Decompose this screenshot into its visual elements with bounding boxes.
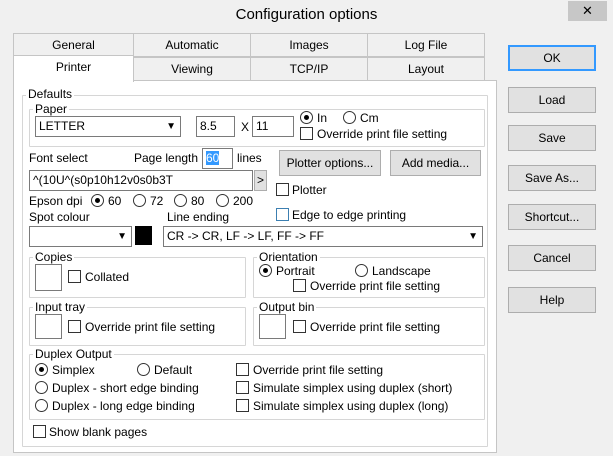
line-ending-value: CR -> CR, LF -> LF, FF -> FF [167,229,325,243]
tab-printer[interactable]: Printer [13,55,134,82]
dpi-72-radio[interactable] [133,194,146,207]
font-expand-button[interactable]: > [254,170,267,191]
output-bin-label: Output bin [257,300,317,314]
paper-label: Paper [33,102,70,116]
simplex-label: Simplex [52,363,95,377]
edge-to-edge-label: Edge to edge printing [292,208,407,222]
show-blank-checkbox[interactable] [33,425,46,438]
save-as-button[interactable]: Save As... [508,165,596,191]
unit-cm-radio[interactable] [343,111,356,124]
line-ending-select[interactable]: CR -> CR, LF -> LF, FF -> FF ▼ [163,226,483,247]
duplex-short-label: Duplex - short edge binding [52,381,199,395]
tab-tcp-ip[interactable]: TCP/IP [250,57,368,81]
save-button[interactable]: Save [508,125,596,151]
portrait-radio[interactable] [259,264,272,277]
dpi-200-radio[interactable] [216,194,229,207]
edge-to-edge-checkbox[interactable] [276,208,289,221]
shortcut-button[interactable]: Shortcut... [508,204,596,230]
landscape-radio[interactable] [355,264,368,277]
paper-size-select[interactable]: LETTER ▼ [35,116,181,137]
collated-label: Collated [85,270,130,284]
line-ending-label: Line ending [167,210,230,224]
dpi-60-radio[interactable] [91,194,104,207]
portrait-label: Portrait [276,264,315,278]
page-length-input[interactable]: 60 [202,148,233,169]
paper-override-label: Override print file setting [317,127,448,141]
duplex-override-label: Override print file setting [253,363,384,377]
spot-colour-label: Spot colour [29,210,90,224]
add-media-button[interactable]: Add media... [390,150,481,176]
close-icon: ✕ [582,3,593,18]
orientation-label: Orientation [257,250,320,264]
tab-viewing[interactable]: Viewing [133,57,251,81]
font-select-label: Font select [29,151,88,165]
duplex-default-label: Default [154,363,193,377]
dpi-80-radio[interactable] [174,194,187,207]
window-title: Configuration options [235,6,378,23]
input-tray-override-checkbox[interactable] [68,320,81,333]
dpi-80-label: 80 [191,194,205,208]
tab-automatic[interactable]: Automatic [133,33,251,57]
page-length-value: 60 [206,151,220,165]
help-button[interactable]: Help [508,287,596,313]
dpi-60-label: 60 [108,194,122,208]
font-string-input[interactable]: ^(10U^(s0p10h12v0s0b3T [29,170,253,191]
unit-in-label: In [317,111,328,125]
load-button[interactable]: Load [508,87,596,113]
input-tray-input[interactable] [35,314,62,339]
plotter-checkbox[interactable] [276,183,289,196]
output-bin-override-checkbox[interactable] [293,320,306,333]
paper-override-checkbox[interactable] [300,127,313,140]
sim-long-label: Simulate simplex using duplex (long) [253,399,449,413]
duplex-long-radio[interactable] [35,399,48,412]
simplex-radio[interactable] [35,363,48,376]
tab-general[interactable]: General [13,33,134,57]
collated-checkbox[interactable] [68,270,81,283]
orientation-override-checkbox[interactable] [293,279,306,292]
copies-input[interactable] [35,264,62,291]
chevron-down-icon: ▼ [117,231,127,242]
output-bin-override-label: Override print file setting [310,320,441,334]
output-bin-input[interactable] [259,314,286,339]
defaults-label: Defaults [26,87,75,101]
duplex-default-radio[interactable] [137,363,150,376]
show-blank-label: Show blank pages [49,425,148,439]
tab-log-file[interactable]: Log File [367,33,485,57]
duplex-override-checkbox[interactable] [236,363,249,376]
ok-button[interactable]: OK [508,45,596,71]
paper-width-input[interactable]: 8.5 [196,116,235,137]
paper-x-label: X [241,120,250,134]
orientation-override-label: Override print file setting [310,279,441,293]
paper-size-value: LETTER [39,119,86,133]
chevron-down-icon: ▼ [166,121,176,132]
unit-in-radio[interactable] [300,111,313,124]
dpi-72-label: 72 [150,194,164,208]
input-tray-label: Input tray [33,300,88,314]
page-length-label: Page length [134,151,199,165]
tab-layout[interactable]: Layout [367,57,485,81]
cancel-button[interactable]: Cancel [508,245,596,271]
duplex-long-label: Duplex - long edge binding [52,399,195,413]
duplex-label: Duplex Output [33,347,114,361]
dpi-200-label: 200 [233,194,254,208]
paper-height-input[interactable]: 11 [252,116,294,137]
input-tray-override-label: Override print file setting [85,320,216,334]
unit-cm-label: Cm [360,111,379,125]
tab-images[interactable]: Images [250,33,368,57]
close-button[interactable]: ✕ [568,1,607,21]
plotter-options-button[interactable]: Plotter options... [279,150,381,176]
sim-short-checkbox[interactable] [236,381,249,394]
duplex-short-radio[interactable] [35,381,48,394]
copies-label: Copies [33,250,75,264]
sim-long-checkbox[interactable] [236,399,249,412]
lines-label: lines [237,151,262,165]
chevron-down-icon: ▼ [468,231,478,242]
epson-dpi-label: Epson dpi [29,194,83,208]
spot-colour-select[interactable]: ▼ [29,226,132,247]
spot-colour-swatch[interactable] [135,226,152,245]
landscape-label: Landscape [372,264,431,278]
sim-short-label: Simulate simplex using duplex (short) [253,381,453,395]
plotter-label: Plotter [292,183,327,197]
